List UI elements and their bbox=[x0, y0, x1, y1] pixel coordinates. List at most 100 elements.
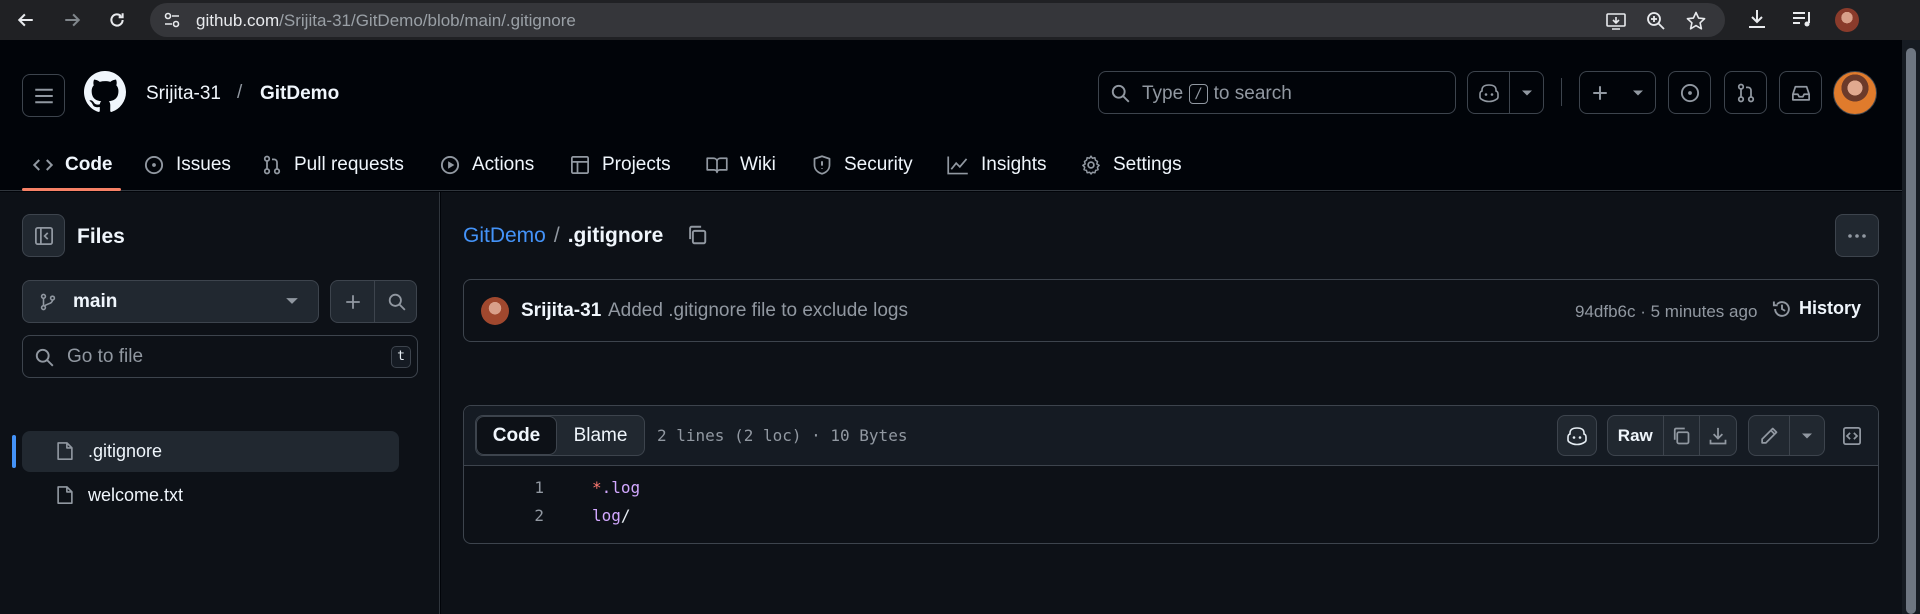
url-text: github.com/Srijita-31/GitDemo/blob/main/… bbox=[196, 11, 576, 30]
create-new-button[interactable] bbox=[1579, 71, 1656, 114]
download-raw-button[interactable] bbox=[1700, 416, 1736, 455]
tab-pull-requests[interactable]: Pull requests bbox=[262, 138, 404, 191]
breadcrumb-repo-link[interactable]: GitDemo bbox=[463, 224, 546, 248]
owner-link[interactable]: Srijita-31 bbox=[146, 83, 221, 105]
commit-message[interactable]: Added .gitignore file to exclude logs bbox=[608, 300, 908, 322]
github-logo-icon[interactable] bbox=[84, 71, 126, 113]
file-item-welcome[interactable]: welcome.txt bbox=[22, 475, 399, 516]
path-separator: / bbox=[237, 82, 243, 103]
copilot-icon bbox=[1567, 426, 1587, 445]
code-square-icon bbox=[1843, 426, 1861, 445]
copilot-icon[interactable] bbox=[1468, 72, 1509, 113]
zoom-icon[interactable] bbox=[1645, 10, 1667, 32]
code-token: log bbox=[592, 506, 621, 525]
tab-label: Settings bbox=[1113, 153, 1182, 175]
edit-file-button[interactable] bbox=[1749, 416, 1789, 455]
media-control-icon[interactable] bbox=[1790, 7, 1814, 31]
raw-button[interactable]: Raw bbox=[1608, 416, 1663, 455]
more-options-button[interactable] bbox=[1835, 214, 1879, 257]
issues-button[interactable] bbox=[1668, 71, 1711, 114]
chevron-down-icon bbox=[1632, 90, 1643, 95]
downloads-icon[interactable] bbox=[1745, 7, 1769, 31]
view-toggle: Code Blame bbox=[475, 415, 645, 456]
copilot-button[interactable] bbox=[1467, 71, 1544, 114]
github-page: Srijita-31 / GitDemo Type / to search Co… bbox=[0, 40, 1902, 614]
file-item-gitignore[interactable]: .gitignore bbox=[22, 431, 399, 472]
history-button[interactable]: History bbox=[1772, 298, 1861, 319]
code-token: / bbox=[620, 506, 631, 525]
tab-label: Projects bbox=[602, 153, 671, 175]
line-number[interactable]: 1 bbox=[464, 478, 544, 497]
chevron-down-icon[interactable] bbox=[1510, 72, 1543, 113]
site-info-icon[interactable] bbox=[162, 10, 182, 30]
go-to-file-placeholder: Go to file bbox=[67, 346, 144, 367]
commit-author[interactable]: Srijita-31 bbox=[521, 300, 601, 322]
search-input[interactable]: Type / to search bbox=[1098, 71, 1456, 114]
copy-path-icon[interactable] bbox=[686, 224, 708, 246]
tab-settings[interactable]: Settings bbox=[1081, 138, 1182, 191]
repo-link[interactable]: GitDemo bbox=[260, 83, 339, 105]
back-icon[interactable] bbox=[14, 8, 38, 32]
pull-requests-button[interactable] bbox=[1724, 71, 1767, 114]
tab-label: Code bbox=[65, 153, 113, 175]
collapse-sidebar-button[interactable] bbox=[22, 214, 65, 257]
tab-label: Security bbox=[844, 153, 913, 175]
inbox-icon bbox=[1791, 85, 1810, 101]
sidebar-collapse-icon bbox=[34, 226, 53, 245]
tab-code[interactable]: Code bbox=[33, 138, 113, 191]
line-content: log/ bbox=[592, 506, 631, 525]
go-to-file-input[interactable]: Go to file t bbox=[22, 335, 418, 378]
code-viewer: Code Blame 2 lines (2 loc) · 10 Bytes Ra… bbox=[463, 405, 1879, 544]
add-file-button[interactable] bbox=[331, 281, 374, 322]
inbox-button[interactable] bbox=[1779, 71, 1822, 114]
copy-icon bbox=[1674, 427, 1690, 444]
code-token: .log bbox=[601, 478, 641, 497]
code-view-button[interactable]: Code bbox=[476, 416, 557, 455]
file-info: 2 lines (2 loc) · 10 Bytes bbox=[657, 426, 908, 445]
profile-avatar[interactable] bbox=[1835, 8, 1859, 32]
tab-wiki[interactable]: Wiki bbox=[706, 138, 776, 191]
breadcrumb-separator: / bbox=[553, 224, 560, 247]
edit-actions-group bbox=[1748, 415, 1825, 456]
tab-label: Actions bbox=[472, 153, 535, 175]
line-number[interactable]: 2 bbox=[464, 506, 544, 525]
tab-label: Issues bbox=[176, 153, 231, 175]
copy-raw-button[interactable] bbox=[1664, 416, 1700, 455]
scrollbar-thumb[interactable] bbox=[1906, 48, 1916, 614]
file-name: .gitignore bbox=[88, 441, 163, 461]
breadcrumb: GitDemo / .gitignore bbox=[463, 224, 663, 248]
shield-icon bbox=[813, 154, 831, 175]
reload-icon[interactable] bbox=[105, 8, 129, 32]
menu-button[interactable] bbox=[22, 74, 65, 117]
repo-header: Srijita-31 / GitDemo Type / to search Co… bbox=[0, 40, 1902, 191]
tab-insights[interactable]: Insights bbox=[947, 138, 1046, 191]
search-icon bbox=[35, 348, 54, 367]
address-bar[interactable]: github.com/Srijita-31/GitDemo/blob/main/… bbox=[150, 3, 1725, 37]
tab-issues[interactable]: Issues bbox=[144, 138, 231, 191]
blame-view-button[interactable]: Blame bbox=[557, 416, 644, 455]
copilot-button[interactable] bbox=[1557, 415, 1597, 456]
branch-selector[interactable]: main bbox=[22, 280, 319, 323]
search-icon bbox=[1111, 84, 1130, 103]
search-files-button[interactable] bbox=[375, 281, 418, 322]
tab-projects[interactable]: Projects bbox=[570, 138, 671, 191]
search-shortcut-key: / bbox=[1189, 84, 1208, 104]
tab-label: Insights bbox=[981, 153, 1047, 175]
user-avatar[interactable] bbox=[1833, 71, 1877, 115]
table-icon bbox=[571, 155, 589, 174]
git-pull-request-icon bbox=[263, 155, 281, 174]
code-viewer-header: Code Blame 2 lines (2 loc) · 10 Bytes Ra… bbox=[464, 406, 1878, 466]
code-token: * bbox=[592, 478, 602, 497]
search-placeholder: Type / to search bbox=[1142, 83, 1292, 104]
install-app-icon[interactable] bbox=[1605, 10, 1627, 32]
tab-security[interactable]: Security bbox=[812, 138, 913, 191]
edit-dropdown-button[interactable] bbox=[1790, 416, 1824, 455]
tab-actions[interactable]: Actions bbox=[440, 138, 534, 191]
bookmark-star-icon[interactable] bbox=[1685, 10, 1707, 32]
forward-icon[interactable] bbox=[60, 8, 84, 32]
play-icon bbox=[440, 155, 460, 174]
author-avatar[interactable] bbox=[481, 297, 509, 325]
commit-meta[interactable]: 94dfb6c · 5 minutes ago bbox=[1575, 302, 1757, 322]
symbols-panel-button[interactable] bbox=[1836, 415, 1868, 456]
history-icon bbox=[1772, 300, 1790, 317]
